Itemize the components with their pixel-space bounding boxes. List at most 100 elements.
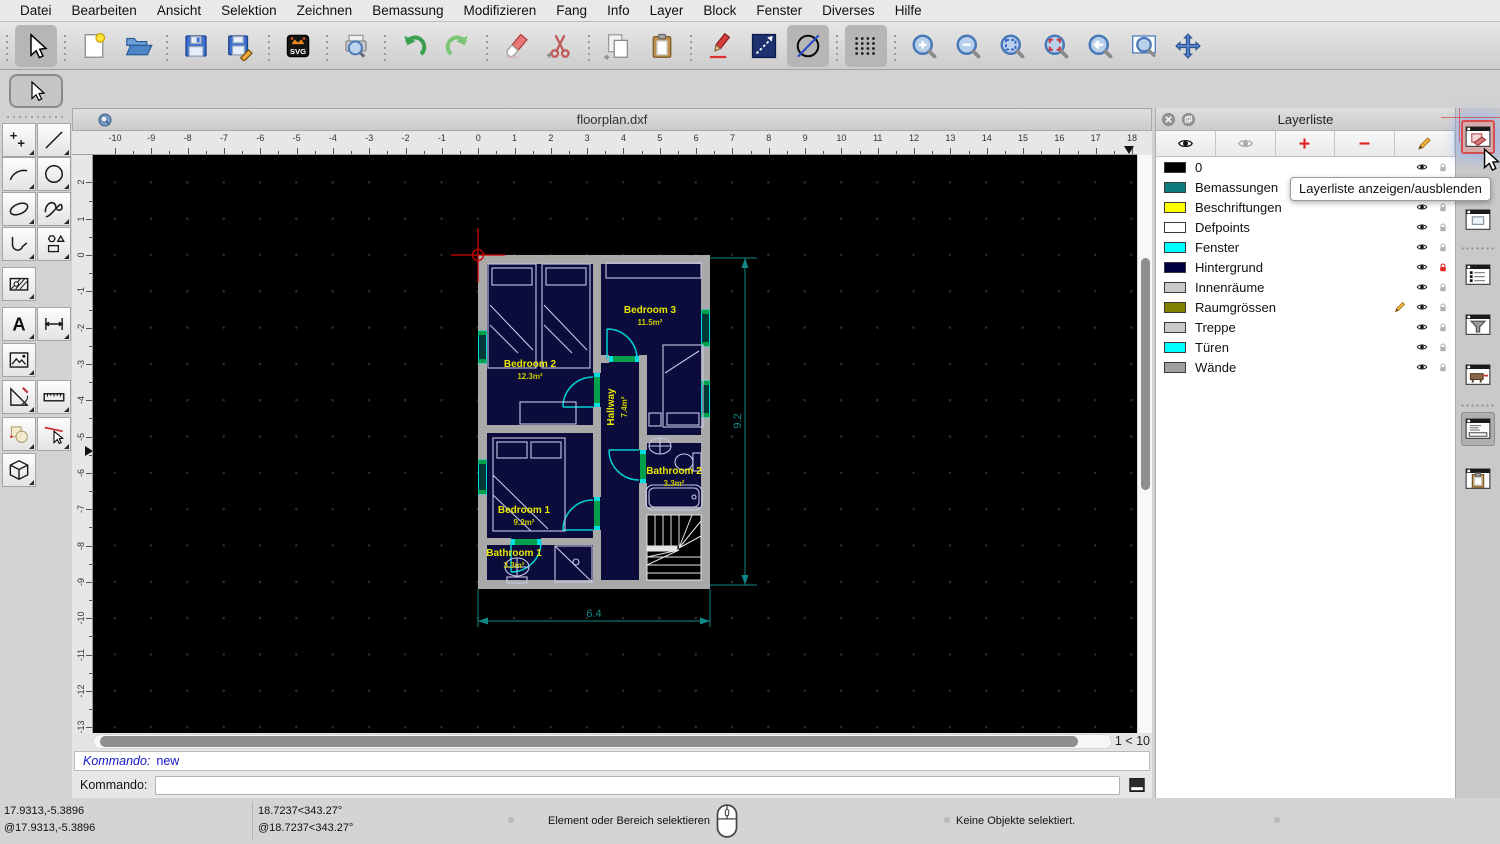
- command-input[interactable]: [155, 775, 1120, 795]
- layer-visibility-icon[interactable]: [1414, 321, 1430, 333]
- cut-button[interactable]: [539, 25, 581, 67]
- point-tools-button[interactable]: [2, 123, 36, 157]
- drawing-canvas[interactable]: Bedroom 2 12.3m² Bedroom 3 11.5m² Hallwa…: [93, 155, 1137, 733]
- hide-all-layers-button[interactable]: [1215, 131, 1276, 156]
- layer-row-fenster[interactable]: Fenster: [1156, 237, 1455, 257]
- toggle-library-browser-button[interactable]: [1461, 358, 1495, 392]
- draw-freehand-button[interactable]: [699, 25, 741, 67]
- edit-layer-button[interactable]: [1395, 131, 1455, 156]
- layer-lock-icon[interactable]: [1437, 281, 1449, 294]
- command-history-toggle-button[interactable]: [1128, 777, 1146, 793]
- paste-button[interactable]: [641, 25, 683, 67]
- layer-row-hintergrund[interactable]: Hintergrund: [1156, 257, 1455, 277]
- open-file-button[interactable]: [117, 25, 159, 67]
- menu-bemassung[interactable]: Bemassung: [362, 3, 453, 18]
- save-as-button[interactable]: [219, 25, 261, 67]
- layer-lock-icon[interactable]: [1437, 261, 1449, 274]
- layer-visibility-icon[interactable]: [1414, 261, 1430, 273]
- layer-visibility-icon[interactable]: [1414, 161, 1430, 173]
- pan-button[interactable]: [1167, 25, 1209, 67]
- layer-lock-icon[interactable]: [1437, 341, 1449, 354]
- layer-row-wände[interactable]: Wände: [1156, 357, 1455, 377]
- layer-visibility-icon[interactable]: [1414, 361, 1430, 373]
- layer-lock-icon[interactable]: [1437, 241, 1449, 254]
- layer-visibility-icon[interactable]: [1414, 281, 1430, 293]
- menu-block[interactable]: Block: [693, 3, 746, 18]
- layer-visibility-icon[interactable]: [1414, 301, 1430, 313]
- menu-layer[interactable]: Layer: [640, 3, 694, 18]
- spline-tools-button[interactable]: [37, 192, 71, 226]
- close-panel-button[interactable]: [1162, 113, 1175, 126]
- layer-lock-icon[interactable]: [1437, 361, 1449, 374]
- undo-button[interactable]: [393, 25, 435, 67]
- text-tools-button[interactable]: [2, 307, 36, 341]
- modify-tools-button[interactable]: [2, 417, 36, 451]
- layer-row-raumgrössen[interactable]: Raumgrössen: [1156, 297, 1455, 317]
- show-all-layers-button[interactable]: [1156, 131, 1216, 156]
- menu-datei[interactable]: Datei: [10, 3, 62, 18]
- layer-lock-icon[interactable]: [1437, 301, 1449, 314]
- viewport-tools-button[interactable]: [2, 453, 36, 487]
- menu-hilfe[interactable]: Hilfe: [885, 3, 932, 18]
- zoom-auto-button[interactable]: [991, 25, 1033, 67]
- hatch-tools-button[interactable]: [2, 267, 36, 301]
- grid-toggle-button[interactable]: [845, 24, 887, 67]
- save-button[interactable]: [175, 25, 217, 67]
- zoom-out-button[interactable]: [947, 25, 989, 67]
- image-tools-button[interactable]: [2, 343, 36, 377]
- toggle-selection-filter-button[interactable]: [1461, 308, 1495, 342]
- layer-visibility-icon[interactable]: [1414, 341, 1430, 353]
- horizontal-scrollbar-thumb[interactable]: [100, 736, 1078, 747]
- delete-button[interactable]: [495, 25, 537, 67]
- zoom-selection-button[interactable]: [1035, 25, 1077, 67]
- palette-drag-handle[interactable]: [5, 115, 67, 119]
- shape-tools-button[interactable]: [37, 227, 71, 261]
- new-file-button[interactable]: [73, 25, 115, 67]
- draw-circle-button[interactable]: [787, 24, 829, 67]
- menu-info[interactable]: Info: [597, 3, 640, 18]
- print-preview-button[interactable]: [335, 25, 377, 67]
- select-tool-button[interactable]: [15, 24, 57, 67]
- misc-draw-tools-button[interactable]: [2, 380, 36, 414]
- vertical-scrollbar[interactable]: [1137, 155, 1152, 733]
- layer-visibility-icon[interactable]: [1414, 241, 1430, 253]
- zoom-in-button[interactable]: [903, 25, 945, 67]
- layer-row-türen[interactable]: Türen: [1156, 337, 1455, 357]
- layer-row-treppe[interactable]: Treppe: [1156, 317, 1455, 337]
- redo-button[interactable]: [437, 25, 479, 67]
- svg-export-button[interactable]: [277, 25, 319, 67]
- layer-lock-icon[interactable]: [1437, 221, 1449, 234]
- line-tools-button[interactable]: [37, 123, 71, 157]
- arc-tools-button[interactable]: [2, 157, 36, 191]
- menu-bearbeiten[interactable]: Bearbeiten: [62, 3, 147, 18]
- toggle-command-line-button[interactable]: [1461, 412, 1495, 446]
- circle-tools-button[interactable]: [37, 157, 71, 191]
- draw-line-button[interactable]: [743, 25, 785, 67]
- layer-row-0[interactable]: 0: [1156, 157, 1455, 177]
- menu-modifizieren[interactable]: Modifizieren: [454, 3, 547, 18]
- remove-layer-button[interactable]: [1335, 131, 1396, 156]
- toggle-clipboard-button[interactable]: [1461, 462, 1495, 496]
- toggle-property-editor-button[interactable]: [1461, 258, 1495, 292]
- horizontal-scrollbar[interactable]: [93, 734, 1112, 749]
- layer-lock-icon[interactable]: [1437, 201, 1449, 214]
- menu-fang[interactable]: Fang: [546, 3, 597, 18]
- dimension-tools-button[interactable]: [37, 307, 71, 341]
- layer-visibility-icon[interactable]: [1414, 201, 1430, 213]
- selection-tool-button[interactable]: [9, 74, 63, 108]
- menu-fenster[interactable]: Fenster: [746, 3, 812, 18]
- polyline-tools-button[interactable]: [2, 227, 36, 261]
- toggle-block-list-button[interactable]: [1461, 203, 1495, 237]
- zoom-window-button[interactable]: [1123, 25, 1165, 67]
- measure-tools-button[interactable]: [37, 380, 71, 414]
- copy-button[interactable]: [597, 25, 639, 67]
- menu-diverses[interactable]: Diverses: [812, 3, 885, 18]
- layer-lock-icon[interactable]: [1437, 161, 1449, 174]
- layer-visibility-icon[interactable]: [1414, 221, 1430, 233]
- document-titlebar[interactable]: floorplan.dxf: [72, 108, 1152, 131]
- layer-lock-icon[interactable]: [1437, 321, 1449, 334]
- detach-panel-button[interactable]: [1182, 113, 1195, 126]
- menu-selektion[interactable]: Selektion: [211, 3, 287, 18]
- menu-ansicht[interactable]: Ansicht: [147, 3, 211, 18]
- layer-row-innenräume[interactable]: Innenräume: [1156, 277, 1455, 297]
